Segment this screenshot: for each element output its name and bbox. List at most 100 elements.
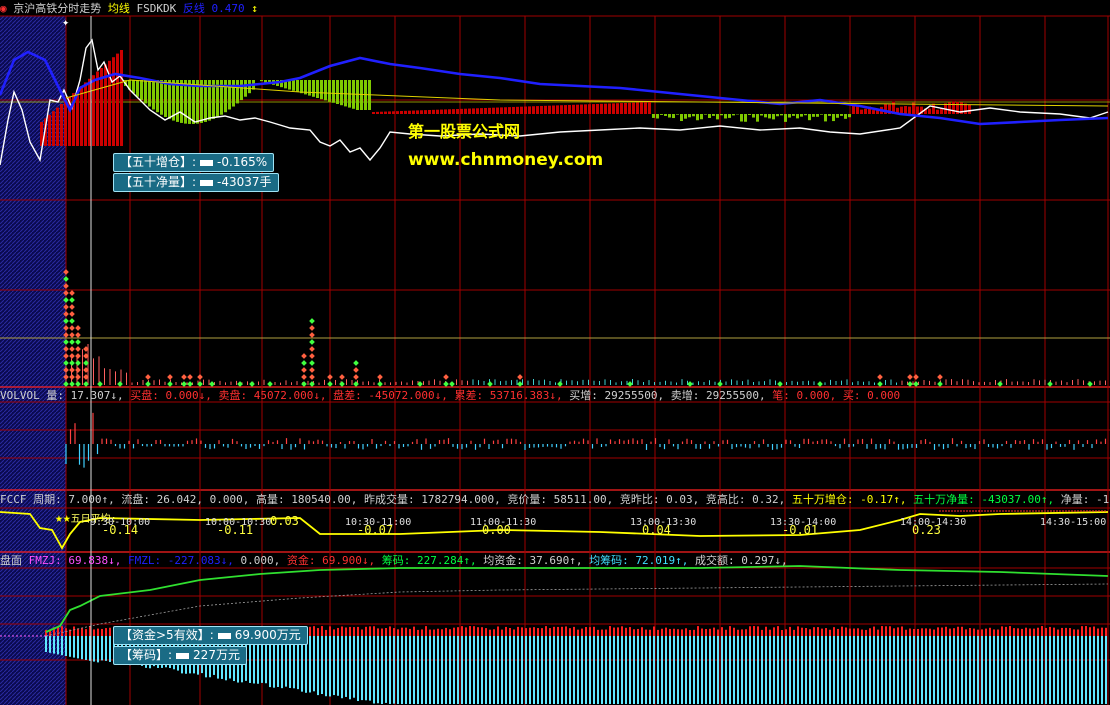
volume-dot: [1047, 381, 1053, 387]
pressure-bar: [688, 114, 691, 118]
fccf-item: 昨成交量: 1782794.000,: [357, 493, 501, 506]
pressure-bar: [140, 80, 143, 101]
volume-dot: [69, 325, 75, 331]
pressure-bar: [632, 102, 635, 114]
pressure-bar: [836, 114, 839, 118]
pressure-bar: [532, 106, 535, 114]
pressure-bar: [544, 105, 547, 114]
pressure-bar: [356, 80, 359, 110]
tip-value: 69.900万元: [234, 628, 301, 642]
volvol-panel[interactable]: [65, 412, 1107, 468]
pressure-bar: [92, 75, 95, 146]
pressure-bar: [168, 80, 171, 119]
pressure-bar: [148, 80, 151, 107]
volvol-name: VOLVOL: [0, 389, 40, 402]
pressure-bar: [760, 114, 763, 116]
pressure-bar: [556, 105, 559, 114]
volume-dot: [309, 346, 315, 352]
pressure-bar: [792, 114, 795, 116]
watermark-url: www.chnmoney.com: [408, 150, 604, 170]
pressure-bar: [420, 110, 423, 114]
volume-dot: [181, 381, 187, 387]
segment-value: -0.11: [217, 523, 254, 537]
price-panel-title: 京沪高铁分时走势: [13, 2, 102, 15]
pressure-bar: [404, 110, 407, 114]
fccf-item: 竞昨比: 0.03,: [613, 493, 700, 506]
vol-item: 量: 17.307↓,: [46, 389, 124, 402]
panmian-item: 成交额: 0.297↓,: [688, 554, 788, 567]
pressure-bar: [344, 80, 347, 107]
pressure-bar: [540, 105, 543, 114]
pressure-bar: [112, 57, 115, 147]
pressure-bar: [716, 114, 719, 120]
pressure-bar: [592, 104, 595, 114]
volume-dot: [353, 360, 359, 366]
volume-dot: [377, 374, 383, 380]
dot-volume-panel[interactable]: [63, 269, 1106, 387]
pressure-bar: [916, 106, 919, 114]
pressure-bar: [728, 114, 731, 118]
pressure-bar: [160, 80, 163, 115]
volume-dot: [75, 332, 81, 338]
pressure-bar: [136, 80, 139, 97]
vol-item: 卖增: 29255500,: [664, 389, 766, 402]
pressure-bar: [452, 109, 455, 114]
volume-dot: [487, 381, 493, 387]
pressure-bar: [864, 108, 867, 114]
volume-dot: [443, 374, 449, 380]
fccf-panel[interactable]: [0, 510, 1109, 550]
chart-canvas[interactable]: ✦: [0, 0, 1110, 705]
volume-dot: [75, 381, 81, 387]
pressure-bar: [588, 104, 591, 114]
volume-dot: [181, 374, 187, 380]
intraday-price-panel[interactable]: [0, 38, 1109, 166]
volume-dot: [75, 360, 81, 366]
tip-label: 【资金>5有效】:: [120, 628, 214, 642]
volume-dot: [309, 339, 315, 345]
pressure-bar: [848, 114, 851, 118]
pressure-bar: [336, 80, 339, 104]
panmian-item: 0.000,: [233, 554, 281, 567]
volume-dot: [913, 381, 919, 387]
pressure-bar: [152, 80, 155, 110]
volume-dot: [627, 381, 633, 387]
volume-dot: [75, 339, 81, 345]
pressure-bar: [440, 109, 443, 114]
pressure-bar: [448, 109, 451, 114]
pressure-bar: [316, 80, 319, 98]
pressure-bar: [48, 114, 51, 146]
volume-dot: [69, 381, 75, 387]
pressure-bar: [740, 114, 743, 122]
pressure-bar: [292, 80, 295, 91]
pressure-bar: [236, 80, 239, 104]
pressure-bar: [640, 102, 643, 114]
pressure-bar: [772, 114, 775, 120]
volume-dot: [69, 318, 75, 324]
volume-dot: [197, 374, 203, 380]
volume-dot: [301, 374, 307, 380]
pressure-bar: [620, 103, 623, 114]
volume-dot: [69, 304, 75, 310]
volume-dot: [187, 374, 193, 380]
pressure-bar: [296, 80, 299, 92]
fccf-name: FCCF: [0, 493, 27, 506]
pressure-bar: [56, 107, 59, 146]
pressure-bar: [600, 103, 603, 114]
pressure-bar: [372, 112, 375, 114]
pressure-bar: [64, 100, 67, 146]
pressure-bar: [796, 114, 799, 119]
fccf-item: 五十万增仓: -0.17↑,: [785, 493, 907, 506]
volume-dot: [69, 353, 75, 359]
pressure-bar: [436, 109, 439, 114]
volume-dot: [717, 381, 723, 387]
pressure-bar: [776, 114, 779, 117]
panmian-item: FMZL: -227.083↓,: [121, 554, 234, 567]
segment-value: -0.07: [357, 523, 394, 537]
pressure-bar: [700, 114, 703, 120]
pressure-bar: [248, 80, 251, 94]
pressure-bar: [132, 80, 135, 94]
volume-dot: [69, 367, 75, 373]
pressure-bar: [788, 114, 791, 118]
volume-dot: [309, 325, 315, 331]
formula-name: FSDKDK: [136, 2, 177, 15]
